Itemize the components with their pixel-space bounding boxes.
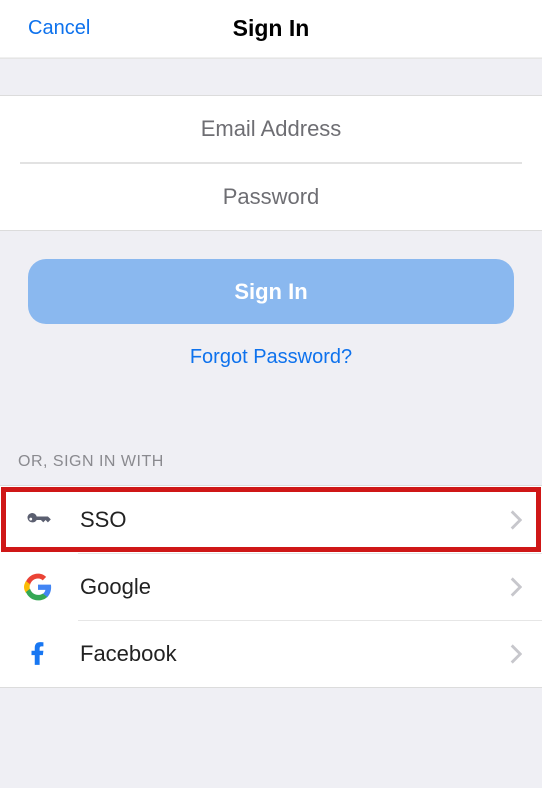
provider-facebook[interactable]: Facebook: [0, 620, 542, 687]
google-icon: [20, 569, 56, 605]
provider-label: Facebook: [80, 641, 177, 667]
provider-google[interactable]: Google: [0, 553, 542, 620]
divider-label: OR, SIGN IN WITH: [18, 453, 524, 471]
chevron-right-icon: [510, 510, 522, 530]
provider-sso[interactable]: SSO: [0, 486, 542, 553]
key-icon: [20, 502, 56, 538]
footer-gray: [0, 688, 542, 788]
signin-form: [0, 96, 542, 231]
password-row: [20, 163, 522, 230]
chevron-right-icon: [510, 644, 522, 664]
signin-button[interactable]: Sign In: [28, 259, 514, 324]
header-bar: Cancel Sign In: [0, 0, 542, 58]
email-field[interactable]: [20, 96, 522, 162]
cancel-button[interactable]: Cancel: [0, 17, 90, 40]
divider-area: OR, SIGN IN WITH: [0, 399, 542, 485]
provider-label: SSO: [80, 507, 126, 533]
email-row: [20, 96, 522, 163]
provider-label: Google: [80, 574, 151, 600]
chevron-right-icon: [510, 577, 522, 597]
password-field[interactable]: [20, 163, 522, 230]
forgot-password-link[interactable]: Forgot Password?: [28, 346, 514, 369]
actions-area: Sign In Forgot Password?: [0, 231, 542, 399]
gray-strip: [0, 58, 542, 96]
facebook-icon: [20, 636, 56, 672]
provider-list: SSO Google Facebook: [0, 485, 542, 688]
